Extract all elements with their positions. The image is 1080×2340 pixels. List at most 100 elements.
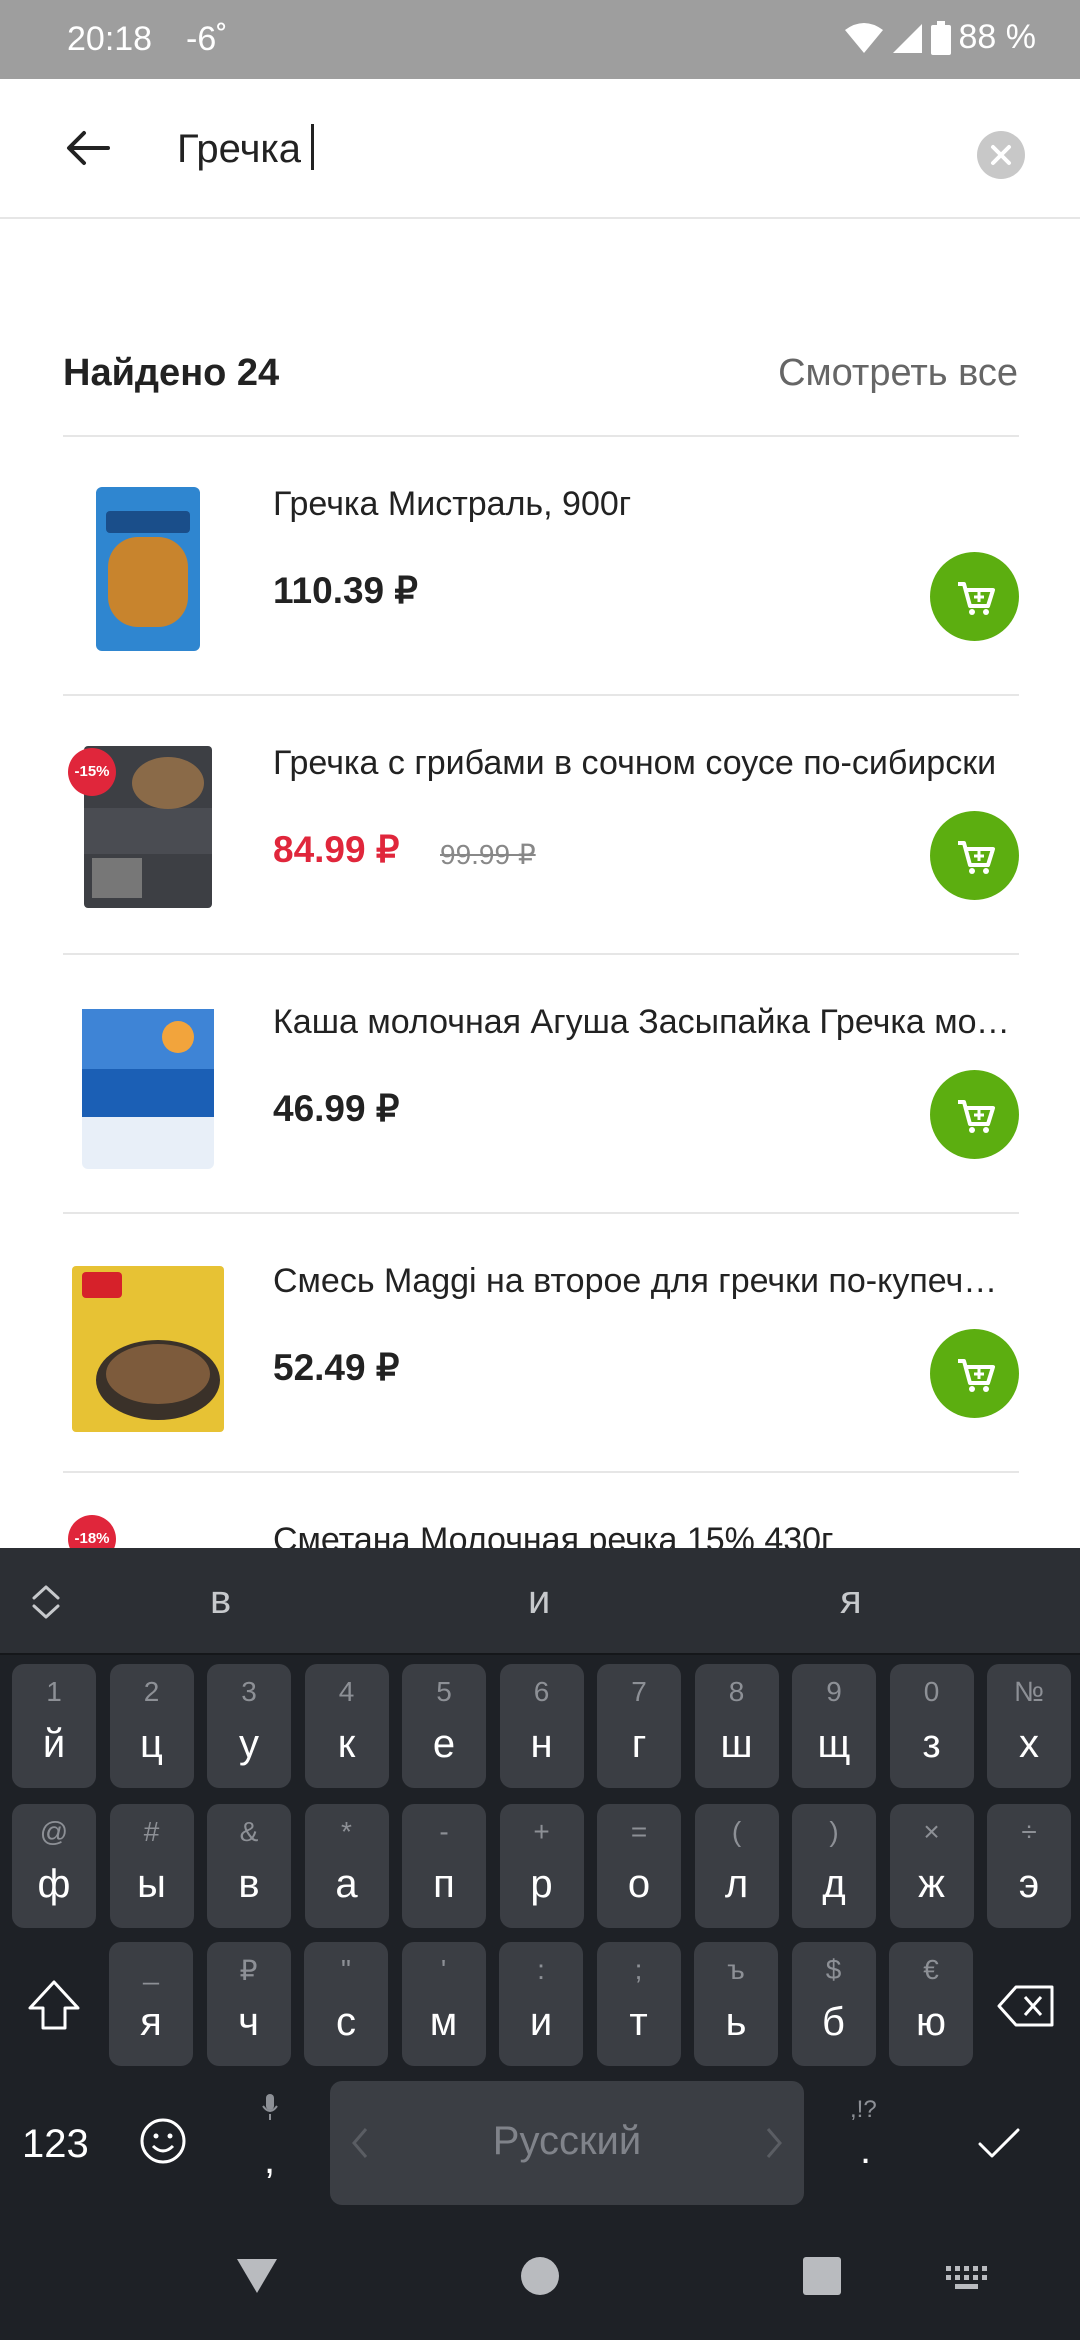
key-secondary-label: *	[341, 1816, 352, 1847]
key-label: ф	[37, 1862, 71, 1906]
key-label: ы	[137, 1862, 166, 1906]
key-row3-1[interactable]: ₽ ч	[206, 1942, 291, 2066]
key-secondary-label: ъ	[727, 1954, 745, 1985]
key-row2-1[interactable]: # ы	[109, 1804, 194, 1928]
key-row1-10[interactable]: № х	[987, 1664, 1071, 1788]
add-to-cart-button[interactable]	[930, 811, 1019, 900]
status-bar: 20:18 -6˚ 88 %	[0, 0, 1080, 79]
key-row1-0[interactable]: 1й	[12, 1664, 96, 1788]
key-label: а	[335, 1862, 358, 1906]
key-row3-0[interactable]: _ я	[109, 1942, 193, 2066]
keyboard-switch-icon[interactable]	[946, 2266, 990, 2290]
key-row2-5[interactable]: + р	[499, 1804, 584, 1928]
key-label: ш	[720, 1722, 753, 1766]
add-to-cart-button[interactable]	[930, 1070, 1019, 1159]
key-row2-2[interactable]: & в	[207, 1804, 291, 1928]
key-row1-3[interactable]: 4к	[304, 1664, 389, 1788]
product-item[interactable]: -15% Гречка с грибами в сочном соусе по-…	[0, 696, 1080, 954]
key-row2-9[interactable]: × ж	[889, 1804, 974, 1928]
key-row2-3[interactable]: * а	[304, 1804, 389, 1928]
add-to-cart-button[interactable]	[930, 1329, 1019, 1418]
product-name: Смесь Maggi на второе для гречки по-купе…	[273, 1262, 1013, 1300]
cart-icon	[958, 582, 995, 615]
product-item[interactable]: Каша молочная Агуша Засыпайка Гречка мол…	[0, 955, 1080, 1213]
key-label: р	[530, 1862, 553, 1906]
key-label: м	[429, 2000, 458, 2044]
suggestion-3[interactable]: я	[840, 1578, 862, 1623]
key-row1-4[interactable]: 5е	[402, 1664, 486, 1788]
space-key[interactable]: Русский	[330, 2081, 804, 2205]
key-row3-2[interactable]: " с	[304, 1942, 388, 2066]
close-icon	[991, 145, 1011, 165]
key-row1-7[interactable]: 8ш	[694, 1664, 779, 1788]
key-secondary-label: 0	[923, 1676, 940, 1707]
key-secondary-label: ÷	[1021, 1816, 1037, 1847]
key-row1-1[interactable]: 2ц	[109, 1664, 194, 1788]
key-row3-6[interactable]: ъь	[694, 1942, 778, 2066]
key-secondary-label: ;	[634, 1954, 643, 1985]
key-label: щ	[817, 1722, 851, 1766]
cart-icon	[958, 1359, 995, 1392]
key-secondary-label: 8	[728, 1676, 745, 1707]
battery-percent: 88 %	[958, 18, 1037, 56]
home-circle-icon[interactable]	[520, 2256, 560, 2296]
suggestion-2[interactable]: и	[528, 1578, 550, 1623]
back-arrow-icon[interactable]	[62, 123, 112, 173]
key-row2-6[interactable]: = о	[597, 1804, 681, 1928]
product-item[interactable]: Гречка Мистраль, 900г 110.39 ₽	[0, 437, 1080, 695]
results-count: Найдено 24	[63, 352, 280, 394]
suggestion-1[interactable]: в	[210, 1578, 231, 1623]
key-secondary-label: 6	[533, 1676, 550, 1707]
key-row3-5[interactable]: ; т	[596, 1942, 681, 2066]
expand-collapse-icon[interactable]	[28, 1582, 64, 1622]
numbers-key[interactable]: 123	[22, 2122, 89, 2167]
product-price: 84.99 ₽	[273, 829, 400, 870]
key-label: к	[337, 1722, 356, 1766]
key-secondary-label: €	[923, 1954, 939, 1985]
key-row1-9[interactable]: 0з	[889, 1664, 974, 1788]
key-row1-8[interactable]: 9щ	[792, 1664, 876, 1788]
product-name: Каша молочная Агуша Засыпайка Гречка мол…	[273, 1003, 1013, 1041]
key-row1-5[interactable]: 6н	[499, 1664, 584, 1788]
key-row1-2[interactable]: 3у	[207, 1664, 291, 1788]
key-row2-7[interactable]: (л	[694, 1804, 779, 1928]
cart-icon	[958, 1100, 995, 1133]
recents-square-icon[interactable]	[802, 2256, 842, 2296]
key-row3-4[interactable]: :и	[499, 1942, 583, 2066]
key-secondary-label: +	[533, 1816, 550, 1847]
key-row3-8[interactable]: € ю	[889, 1942, 973, 2066]
key-row2-0[interactable]: @ ф	[12, 1804, 96, 1928]
key-row3-7[interactable]: $ б	[791, 1942, 876, 2066]
emoji-icon[interactable]	[138, 2116, 188, 2166]
key-secondary-label: 2	[143, 1676, 160, 1707]
key-row2-10[interactable]: ÷ э	[987, 1804, 1071, 1928]
chevron-right-icon	[766, 2128, 782, 2158]
key-secondary-label: #	[143, 1816, 160, 1847]
checkmark-icon[interactable]	[976, 2126, 1022, 2162]
backspace-icon[interactable]	[996, 1984, 1056, 2028]
product-image-mistral	[96, 487, 200, 651]
product-item[interactable]: Смесь Maggi на второе для гречки по-купе…	[0, 1214, 1080, 1472]
key-secondary-label: '	[440, 1954, 447, 1985]
key-row3-3[interactable]: ' м	[401, 1942, 486, 2066]
search-input[interactable]: Гречка	[177, 124, 315, 172]
period-key[interactable]: .	[860, 2128, 871, 2173]
key-row2-8[interactable]: ) д	[792, 1804, 876, 1928]
comma-key[interactable]: ,	[264, 2138, 275, 2183]
key-row1-6[interactable]: 7г	[597, 1664, 681, 1788]
shift-icon[interactable]	[24, 1976, 84, 2036]
key-label: ю	[916, 2000, 946, 2044]
key-row2-4[interactable]: -п	[402, 1804, 486, 1928]
key-secondary-label: &	[239, 1816, 259, 1847]
add-to-cart-button[interactable]	[930, 552, 1019, 641]
space-key-label: Русский	[492, 2119, 642, 2163]
clear-search-button[interactable]	[977, 131, 1025, 179]
key-label: п	[433, 1862, 455, 1906]
wifi-icon	[844, 22, 883, 53]
key-secondary-label: $	[825, 1954, 842, 1985]
back-triangle-icon[interactable]	[234, 2256, 280, 2296]
battery-icon	[930, 20, 951, 55]
see-all-link[interactable]: Смотреть все	[778, 352, 1018, 395]
key-secondary-label: )	[829, 1816, 839, 1847]
key-label: ч	[238, 2000, 259, 2044]
